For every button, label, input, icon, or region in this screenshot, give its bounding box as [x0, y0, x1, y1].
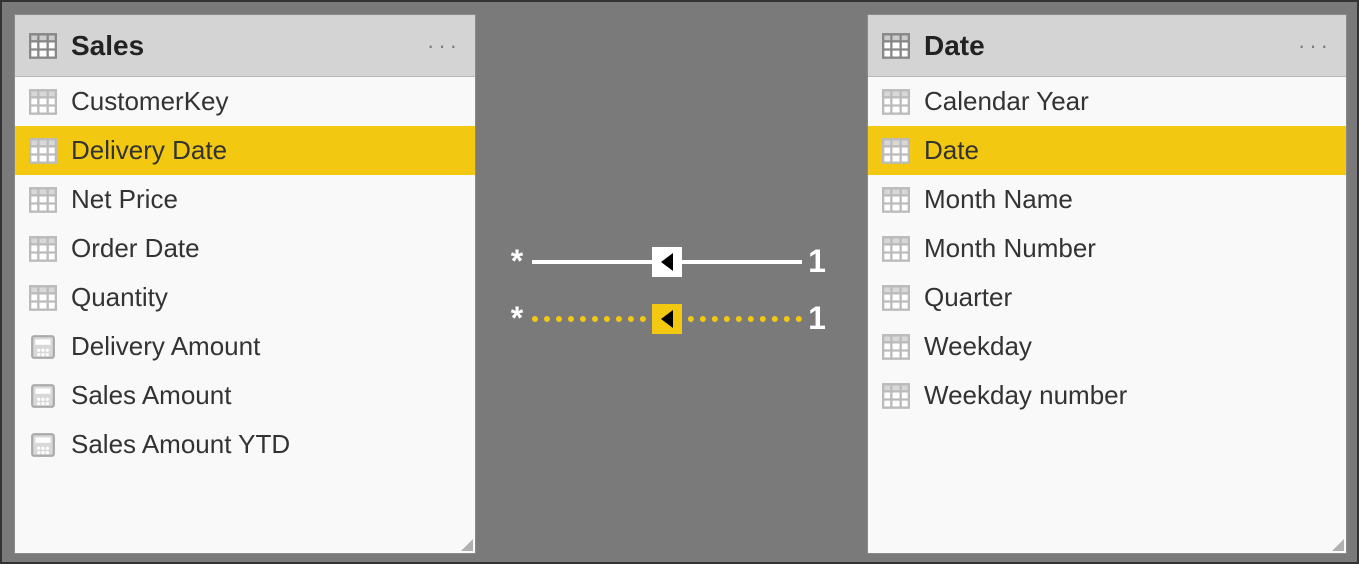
field-row[interactable]: Net Price — [15, 175, 475, 224]
filter-direction-arrow-icon — [652, 247, 682, 277]
field-label: Delivery Amount — [71, 331, 260, 362]
relationship-active[interactable]: * 1 — [502, 243, 832, 280]
field-label: Month Number — [924, 233, 1096, 264]
field-label: Month Name — [924, 184, 1073, 215]
table-header-sales[interactable]: Sales ··· — [15, 15, 475, 77]
field-label: Weekday number — [924, 380, 1127, 411]
relationship-line[interactable] — [532, 246, 802, 278]
cardinality-one: 1 — [802, 243, 832, 280]
field-row[interactable]: Calendar Year — [868, 77, 1346, 126]
field-label: Delivery Date — [71, 135, 227, 166]
field-row[interactable]: Order Date — [15, 224, 475, 273]
field-label: CustomerKey — [71, 86, 229, 117]
field-row[interactable]: Month Name — [868, 175, 1346, 224]
field-row[interactable]: Weekday — [868, 322, 1346, 371]
column-icon — [882, 285, 910, 311]
field-row[interactable]: Date — [868, 126, 1346, 175]
resize-handle[interactable] — [1330, 537, 1344, 551]
cardinality-many: * — [502, 300, 532, 337]
table-menu-button[interactable]: ··· — [427, 33, 461, 59]
column-icon — [29, 89, 57, 115]
field-label: Date — [924, 135, 979, 166]
cardinality-one: 1 — [802, 300, 832, 337]
table-card-date[interactable]: Date ··· Calendar Year Date Month Name M… — [867, 14, 1347, 554]
table-icon — [882, 33, 910, 59]
field-row[interactable]: Sales Amount — [15, 371, 475, 420]
measure-icon — [29, 432, 57, 458]
field-label: Quantity — [71, 282, 168, 313]
measure-icon — [29, 334, 57, 360]
column-icon — [29, 236, 57, 262]
table-menu-button[interactable]: ··· — [1298, 33, 1332, 59]
table-title: Date — [924, 30, 1298, 62]
field-row[interactable]: Month Number — [868, 224, 1346, 273]
field-list-date: Calendar Year Date Month Name Month Numb… — [868, 77, 1346, 420]
field-label: Net Price — [71, 184, 178, 215]
field-label: Sales Amount YTD — [71, 429, 290, 460]
field-list-sales: CustomerKey Delivery Date Net Price Orde… — [15, 77, 475, 469]
column-icon — [882, 187, 910, 213]
field-row[interactable]: Quarter — [868, 273, 1346, 322]
field-label: Calendar Year — [924, 86, 1089, 117]
cardinality-many: * — [502, 243, 532, 280]
field-label: Weekday — [924, 331, 1032, 362]
measure-icon — [29, 383, 57, 409]
table-title: Sales — [71, 30, 427, 62]
column-icon — [29, 285, 57, 311]
field-label: Order Date — [71, 233, 200, 264]
table-header-date[interactable]: Date ··· — [868, 15, 1346, 77]
table-icon — [29, 33, 57, 59]
model-canvas[interactable]: Sales ··· CustomerKey Delivery Date Net … — [0, 0, 1359, 564]
field-row[interactable]: Delivery Date — [15, 126, 475, 175]
field-row[interactable]: Delivery Amount — [15, 322, 475, 371]
table-card-sales[interactable]: Sales ··· CustomerKey Delivery Date Net … — [14, 14, 476, 554]
column-icon — [882, 383, 910, 409]
column-icon — [882, 334, 910, 360]
resize-handle[interactable] — [459, 537, 473, 551]
column-icon — [882, 89, 910, 115]
field-label: Sales Amount — [71, 380, 231, 411]
column-icon — [29, 187, 57, 213]
field-row[interactable]: CustomerKey — [15, 77, 475, 126]
column-icon — [882, 236, 910, 262]
filter-direction-arrow-icon — [652, 304, 682, 334]
field-label: Quarter — [924, 282, 1012, 313]
field-row[interactable]: Sales Amount YTD — [15, 420, 475, 469]
field-row[interactable]: Quantity — [15, 273, 475, 322]
column-icon — [882, 138, 910, 164]
relationship-line[interactable] — [532, 303, 802, 335]
column-icon — [29, 138, 57, 164]
relationship-inactive[interactable]: * 1 — [502, 300, 832, 337]
field-row[interactable]: Weekday number — [868, 371, 1346, 420]
